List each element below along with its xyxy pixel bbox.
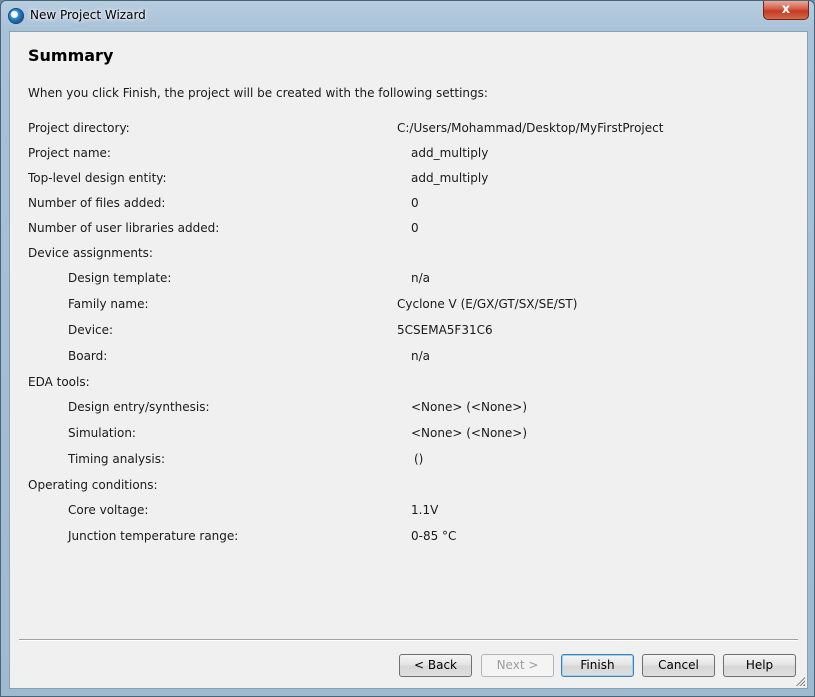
resize-grip[interactable]	[795, 676, 805, 686]
operating-conditions-label: Operating conditions:	[28, 478, 158, 492]
user-libraries-value: 0	[411, 221, 419, 235]
top-level-entity-label: Top-level design entity:	[28, 171, 167, 185]
quartus-app-icon	[8, 8, 24, 24]
window-title: New Project Wizard	[30, 8, 146, 22]
next-button[interactable]: Next >	[481, 654, 554, 677]
finish-button[interactable]: Finish	[561, 654, 634, 677]
device-assignments-label: Device assignments:	[28, 246, 153, 260]
simulation-value: <None> (<None>)	[411, 426, 528, 440]
project-name-label: Project name:	[28, 146, 111, 160]
timing-analysis-value: ()	[414, 452, 424, 466]
project-name-value: add_multiply	[411, 146, 489, 160]
junction-temperature-label: Junction temperature range:	[68, 529, 239, 543]
board-value: n/a	[411, 349, 431, 363]
timing-analysis-label: Timing analysis:	[68, 452, 165, 466]
top-level-entity-value: add_multiply	[411, 171, 489, 185]
project-directory-label: Project directory:	[28, 121, 130, 135]
page-title: Summary	[28, 46, 114, 65]
board-label: Board:	[68, 349, 108, 363]
help-button[interactable]: Help	[723, 654, 796, 677]
title-bar[interactable]: New Project Wizard x	[1, 1, 814, 31]
design-entry-value: <None> (<None>)	[411, 400, 528, 414]
simulation-label: Simulation:	[68, 426, 136, 440]
files-added-label: Number of files added:	[28, 196, 166, 210]
wizard-content: Summary When you click Finish, the proje…	[9, 31, 808, 689]
design-template-label: Design template:	[68, 271, 172, 285]
button-separator	[19, 639, 798, 641]
core-voltage-value: 1.1V	[411, 503, 439, 517]
files-added-value: 0	[411, 196, 419, 210]
core-voltage-label: Core voltage:	[68, 503, 149, 517]
design-template-value: n/a	[411, 271, 431, 285]
back-button[interactable]: < Back	[399, 654, 472, 677]
device-value: 5CSEMA5F31C6	[397, 323, 493, 337]
device-label: Device:	[68, 323, 114, 337]
design-entry-label: Design entry/synthesis:	[68, 400, 210, 414]
project-directory-value: C:/Users/Mohammad/Desktop/MyFirstProject	[397, 121, 664, 135]
junction-temperature-value: 0-85 °C	[411, 529, 457, 543]
eda-tools-label: EDA tools:	[28, 375, 90, 389]
user-libraries-label: Number of user libraries added:	[28, 221, 220, 235]
family-name-value: Cyclone V (E/GX/GT/SX/SE/ST)	[397, 297, 578, 311]
wizard-window: New Project Wizard x Summary When you cl…	[0, 0, 815, 697]
family-name-label: Family name:	[68, 297, 149, 311]
intro-text: When you click Finish, the project will …	[28, 86, 488, 100]
cancel-button[interactable]: Cancel	[642, 654, 715, 677]
close-button[interactable]: x	[763, 1, 809, 20]
